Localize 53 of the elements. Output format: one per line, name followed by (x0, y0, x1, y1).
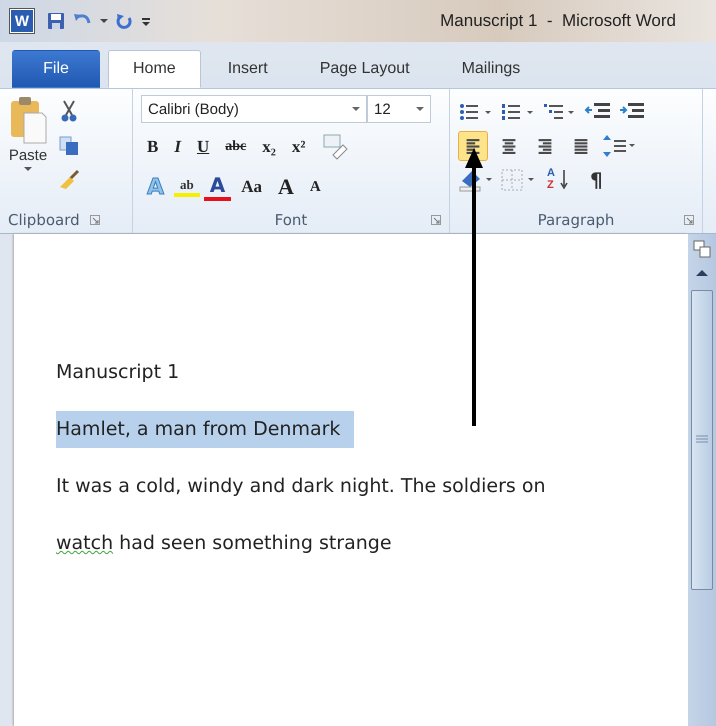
ruler-toggle-icon[interactable] (691, 238, 713, 260)
redo-icon[interactable] (114, 11, 134, 31)
caret-icon (352, 106, 360, 112)
case-button[interactable]: Aa (235, 177, 268, 197)
ribbon-tab[interactable]: Insert (202, 50, 293, 88)
line-spacing-icon[interactable] (602, 133, 636, 159)
dialog-launcher-icon[interactable] (431, 215, 441, 225)
window-title: Manuscript 1 - Microsoft Word (440, 11, 676, 31)
scrollbar-thumb[interactable] (691, 290, 713, 590)
align-left-button[interactable] (458, 131, 488, 161)
sub-button[interactable]: x₂ (256, 137, 282, 157)
grow-button[interactable]: A (272, 174, 300, 200)
document-paragraph: watch had seen something strange (56, 531, 393, 556)
brush-icon[interactable] (58, 169, 82, 191)
show-marks-button[interactable]: ¶ (582, 168, 611, 192)
document-paragraph: Manuscript 1 (56, 360, 180, 385)
scroll-up-arrow-icon[interactable] (694, 268, 710, 278)
italic-button[interactable]: I (168, 137, 187, 157)
document-paragraph: Hamlet, a man from Denmark (56, 411, 354, 448)
font-size-dropdown[interactable]: 12 (367, 95, 431, 123)
group-label: Clipboard (8, 211, 80, 229)
clipboard-icon (8, 95, 48, 145)
ribbon-tab[interactable]: Home (108, 50, 201, 88)
strike-button[interactable]: abc (219, 139, 252, 155)
ribbon-tab[interactable]: Mailings (436, 50, 546, 88)
bold-button[interactable]: B (141, 137, 164, 157)
underline-button[interactable]: U (190, 137, 216, 157)
align-center-icon (500, 138, 518, 154)
copy-icon[interactable] (58, 135, 80, 157)
caret-icon[interactable] (100, 18, 108, 24)
font-family-dropdown[interactable]: Calibri (Body) (141, 95, 367, 123)
file-tab[interactable]: File (12, 50, 100, 88)
document-paragraph: It was a cold, windy and dark night. The soldiers on (56, 474, 547, 499)
group-label: Font (274, 211, 308, 229)
word-app-icon: W (10, 9, 34, 33)
sup-button[interactable]: x² (286, 137, 312, 157)
dialog-launcher-icon[interactable] (684, 215, 694, 225)
color-button[interactable]: A (204, 173, 232, 201)
align-right-icon (536, 138, 554, 154)
dialog-launcher-icon[interactable] (90, 215, 100, 225)
shrink-button[interactable]: A (304, 178, 327, 196)
ribbon-tab[interactable]: Page Layout (294, 50, 435, 88)
caret-icon (416, 106, 424, 112)
group-label: Paragraph (538, 211, 614, 229)
align-justify-icon (572, 138, 590, 154)
vertical-scrollbar[interactable] (688, 234, 716, 726)
save-icon[interactable] (46, 11, 66, 31)
caret-icon (24, 166, 32, 172)
down-arrow-icon (560, 170, 568, 190)
paste-button[interactable]: Paste (8, 95, 48, 207)
sort-button[interactable]: A Z (542, 165, 576, 195)
highlight-button[interactable]: ab (174, 177, 200, 197)
grip-icon (696, 435, 708, 445)
